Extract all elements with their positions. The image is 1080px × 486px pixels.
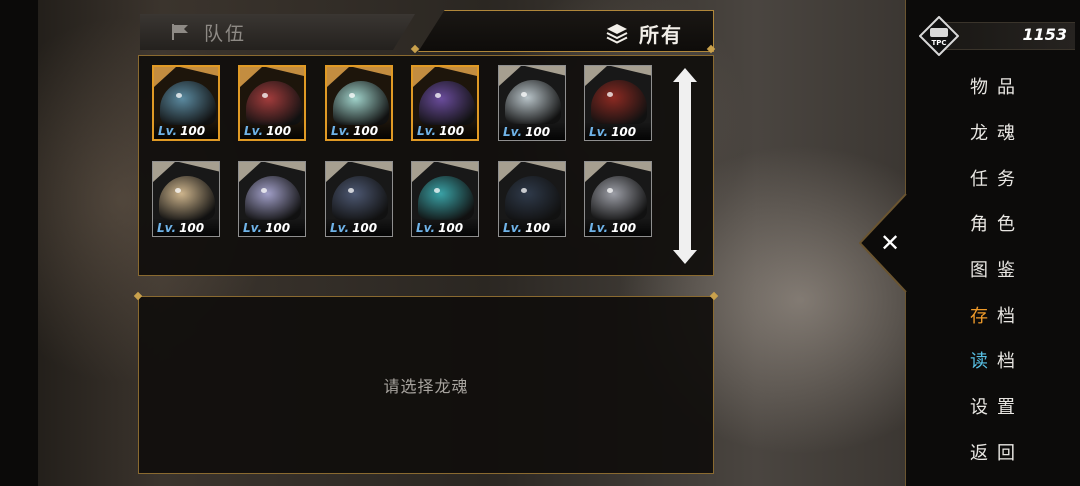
level-prefix: Lv. bbox=[503, 125, 523, 139]
dragon-soul-card[interactable]: Lv. 100 bbox=[498, 65, 566, 141]
level-value: 100 bbox=[611, 125, 637, 139]
dragon-portrait bbox=[160, 81, 216, 125]
level-prefix: Lv. bbox=[589, 221, 609, 235]
dragon-portrait bbox=[505, 176, 561, 220]
level-value: 100 bbox=[525, 125, 551, 139]
tpc-badge-icon: TPC bbox=[919, 16, 959, 56]
menu-item-tasks[interactable]: 任务 bbox=[970, 165, 1030, 191]
level-label: Lv. 100 bbox=[417, 124, 464, 138]
dragon-portrait bbox=[332, 176, 388, 220]
menu-item-character[interactable]: 角色 bbox=[970, 210, 1030, 236]
dragon-portrait bbox=[246, 81, 302, 125]
dragon-soul-card[interactable]: Lv. 100 bbox=[584, 65, 652, 141]
currency-display: 1153 TPC bbox=[915, 14, 1075, 58]
menu-item-back[interactable]: 返回 bbox=[970, 439, 1030, 465]
menu-item-save[interactable]: 存档 bbox=[970, 302, 1030, 328]
dragon-soul-card[interactable]: Lv. 100 bbox=[152, 65, 220, 141]
dragon-soul-card[interactable]: Lv. 100 bbox=[584, 161, 652, 237]
save-rest-char: 档 bbox=[997, 306, 1024, 327]
dragon-soul-card[interactable]: Lv. 100 bbox=[411, 161, 479, 237]
level-prefix: Lv. bbox=[244, 124, 264, 138]
dragon-portrait bbox=[591, 176, 647, 220]
dragon-soul-card[interactable]: Lv. 100 bbox=[411, 65, 479, 141]
level-prefix: Lv. bbox=[416, 221, 436, 235]
level-value: 100 bbox=[179, 221, 205, 235]
dragon-soul-card[interactable]: Lv. 100 bbox=[152, 161, 220, 237]
save-accent-char: 存 bbox=[970, 306, 997, 327]
layers-icon bbox=[606, 23, 628, 44]
dragon-soul-card[interactable]: Lv. 100 bbox=[238, 65, 306, 141]
dragon-portrait bbox=[245, 176, 301, 220]
level-label: Lv. 100 bbox=[503, 221, 550, 235]
currency-amount: 1153 bbox=[1022, 25, 1067, 44]
scrollbar[interactable] bbox=[673, 68, 697, 264]
level-value: 100 bbox=[438, 221, 464, 235]
level-value: 100 bbox=[525, 221, 551, 235]
load-rest-char: 档 bbox=[997, 351, 1024, 372]
level-prefix: Lv. bbox=[331, 124, 351, 138]
dragon-portrait bbox=[419, 81, 475, 125]
level-prefix: Lv. bbox=[589, 125, 609, 139]
level-label: Lv. 100 bbox=[416, 221, 463, 235]
level-value: 100 bbox=[439, 124, 465, 138]
level-value: 100 bbox=[352, 221, 378, 235]
level-prefix: Lv. bbox=[157, 221, 177, 235]
dragon-portrait bbox=[591, 80, 647, 124]
flag-icon bbox=[172, 24, 188, 40]
menu-item-items[interactable]: 物品 bbox=[970, 73, 1030, 99]
level-label: Lv. 100 bbox=[589, 125, 636, 139]
dragon-portrait bbox=[333, 81, 389, 125]
left-edge-strip bbox=[0, 0, 38, 486]
menu-item-load[interactable]: 读档 bbox=[970, 347, 1030, 373]
menu-item-settings[interactable]: 设置 bbox=[970, 393, 1030, 419]
dragon-soul-card[interactable]: Lv. 100 bbox=[325, 161, 393, 237]
level-value: 100 bbox=[611, 221, 637, 235]
dragon-portrait bbox=[418, 176, 474, 220]
close-icon[interactable]: ✕ bbox=[878, 230, 902, 256]
level-prefix: Lv. bbox=[158, 124, 178, 138]
dragon-portrait bbox=[505, 80, 561, 124]
dragon-soul-card[interactable]: Lv. 100 bbox=[498, 161, 566, 237]
level-label: Lv. 100 bbox=[330, 221, 377, 235]
dragon-soul-card[interactable]: Lv. 100 bbox=[325, 65, 393, 141]
level-prefix: Lv. bbox=[330, 221, 350, 235]
badge-text: TPC bbox=[931, 39, 946, 47]
level-prefix: Lv. bbox=[243, 221, 263, 235]
menu-item-dragon-soul[interactable]: 龙魂 bbox=[970, 119, 1030, 145]
level-label: Lv. 100 bbox=[157, 221, 204, 235]
level-value: 100 bbox=[265, 221, 291, 235]
level-prefix: Lv. bbox=[503, 221, 523, 235]
level-label: Lv. 100 bbox=[244, 124, 291, 138]
detail-panel: 请选择龙魂 bbox=[138, 296, 714, 474]
tab-all[interactable]: 所有 bbox=[418, 10, 714, 52]
tab-team[interactable]: 队伍 bbox=[140, 14, 415, 50]
dragon-soul-card[interactable]: Lv. 100 bbox=[238, 161, 306, 237]
level-label: Lv. 100 bbox=[331, 124, 378, 138]
level-prefix: Lv. bbox=[417, 124, 437, 138]
level-label: Lv. 100 bbox=[503, 125, 550, 139]
level-value: 100 bbox=[180, 124, 206, 138]
load-accent-char: 读 bbox=[970, 351, 997, 372]
level-label: Lv. 100 bbox=[243, 221, 290, 235]
select-hint: 请选择龙魂 bbox=[383, 377, 469, 396]
tab-team-label: 队伍 bbox=[204, 22, 247, 45]
level-label: Lv. 100 bbox=[589, 221, 636, 235]
level-value: 100 bbox=[266, 124, 292, 138]
level-label: Lv. 100 bbox=[158, 124, 205, 138]
menu-item-codex[interactable]: 图鉴 bbox=[970, 256, 1030, 282]
level-value: 100 bbox=[353, 124, 379, 138]
tab-all-label: 所有 bbox=[639, 23, 683, 47]
dragon-portrait bbox=[159, 176, 215, 220]
